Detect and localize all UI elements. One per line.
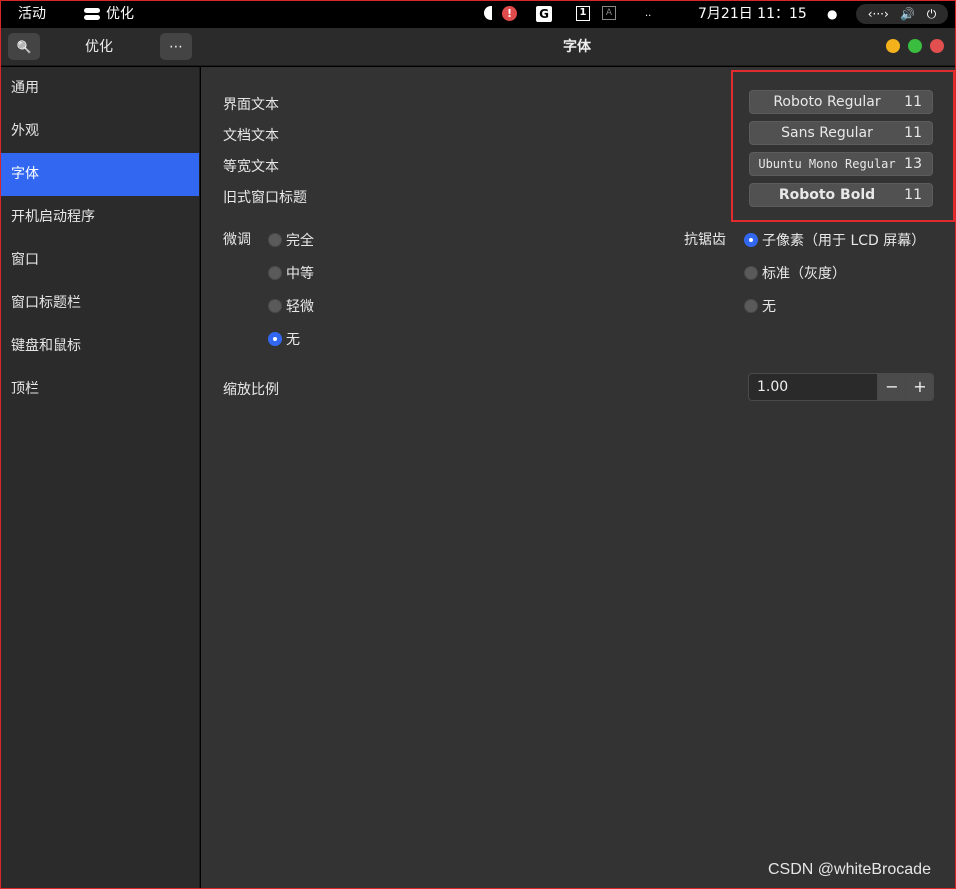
scaling-factor-input[interactable]: 1.00 xyxy=(748,373,878,401)
antialiasing-option-none[interactable]: 无 xyxy=(744,296,776,316)
workspace-indicator-icon[interactable]: 1 xyxy=(576,6,590,21)
search-icon: 🔍 xyxy=(16,39,32,54)
antialiasing-label: 抗锯齿 xyxy=(684,232,726,248)
radio-icon xyxy=(268,299,282,313)
main-menu-button[interactable]: ⋯ xyxy=(160,33,192,60)
g-app-icon[interactable]: G xyxy=(536,6,552,22)
top-bar: 活动 优化 ! G 1 A .. 7月21日 11：15 ● ‹···› 🔊 ⏻ xyxy=(0,0,956,28)
fonts-panel: 界面文本 文档文本 等宽文本 旧式窗口标题 Roboto Regular 11 … xyxy=(201,67,955,888)
antialiasing-option-label: 标准（灰度） xyxy=(762,266,846,282)
sidebar-item-startup-apps[interactable]: 开机启动程序 xyxy=(1,196,199,239)
radio-icon xyxy=(744,299,758,313)
antialiasing-option-label: 子像素（用于 LCD 屏幕） xyxy=(762,233,926,249)
hinting-option-slight[interactable]: 轻微 xyxy=(268,296,314,316)
legacy-window-title-label: 旧式窗口标题 xyxy=(223,190,307,206)
radio-selected-icon xyxy=(744,233,758,247)
increase-button[interactable]: + xyxy=(906,373,934,401)
input-method-icon[interactable]: A xyxy=(602,6,616,20)
app-menu[interactable]: 优化 xyxy=(84,0,134,28)
monospace-text-label: 等宽文本 xyxy=(223,159,279,175)
network-icon: ‹···› xyxy=(867,7,889,21)
scaling-factor-label: 缩放比例 xyxy=(223,382,279,398)
tray-overflow-icon[interactable]: .. xyxy=(645,0,651,28)
radio-icon xyxy=(744,266,758,280)
hinting-label: 微调 xyxy=(223,232,251,248)
volume-icon: 🔊 xyxy=(900,7,916,21)
search-button[interactable]: 🔍 xyxy=(8,33,40,60)
alert-icon[interactable]: ! xyxy=(502,6,517,21)
scaling-factor-spinner: 1.00 − + xyxy=(748,373,934,401)
annotation-highlight-box xyxy=(731,70,955,222)
sidebar-item-fonts[interactable]: 字体 xyxy=(1,153,199,196)
night-light-icon[interactable] xyxy=(484,6,492,20)
sidebar-item-windows[interactable]: 窗口 xyxy=(1,239,199,282)
tweaks-icon xyxy=(84,7,100,21)
clock[interactable]: 7月21日 11：15 xyxy=(698,0,807,28)
window-header: 🔍 优化 ⋯ 字体 xyxy=(1,28,955,66)
sidebar-item-window-titlebars[interactable]: 窗口标题栏 xyxy=(1,282,199,325)
antialiasing-option-standard[interactable]: 标准（灰度） xyxy=(744,263,846,283)
page-title: 字体 xyxy=(563,39,591,55)
document-text-label: 文档文本 xyxy=(223,128,279,144)
hinting-option-label: 完全 xyxy=(286,233,314,249)
hinting-option-medium[interactable]: 中等 xyxy=(268,263,314,283)
antialiasing-option-label: 无 xyxy=(762,299,776,315)
notification-dot-icon: ● xyxy=(827,7,838,21)
sidebar-title: 优化 xyxy=(85,39,113,55)
sidebar-item-top-bar[interactable]: 顶栏 xyxy=(1,368,199,411)
decrease-button[interactable]: − xyxy=(878,373,906,401)
hinting-option-label: 中等 xyxy=(286,266,314,282)
interface-text-label: 界面文本 xyxy=(223,97,279,113)
minimize-button[interactable] xyxy=(886,39,900,53)
sidebar-item-general[interactable]: 通用 xyxy=(1,67,199,110)
radio-icon xyxy=(268,266,282,280)
maximize-button[interactable] xyxy=(908,39,922,53)
radio-icon xyxy=(268,233,282,247)
power-icon: ⏻ xyxy=(926,7,937,21)
antialiasing-option-subpixel[interactable]: 子像素（用于 LCD 屏幕） xyxy=(744,230,925,250)
hinting-option-label: 轻微 xyxy=(286,299,314,315)
watermark: CSDN @whiteBrocade xyxy=(768,861,931,878)
close-button[interactable] xyxy=(930,39,944,53)
radio-selected-icon xyxy=(268,332,282,346)
hinting-option-label: 无 xyxy=(286,332,300,348)
hinting-option-full[interactable]: 完全 xyxy=(268,230,314,250)
system-status-menu[interactable]: ‹···› 🔊 ⏻ xyxy=(856,4,948,24)
app-menu-label: 优化 xyxy=(106,6,134,22)
more-icon: ⋯ xyxy=(169,38,183,55)
hinting-option-none[interactable]: 无 xyxy=(268,329,300,349)
sidebar-item-appearance[interactable]: 外观 xyxy=(1,110,199,153)
sidebar-item-keyboard-mouse[interactable]: 键盘和鼠标 xyxy=(1,325,199,368)
activities-button[interactable]: 活动 xyxy=(18,0,46,28)
sidebar: 通用 外观 字体 开机启动程序 窗口 窗口标题栏 键盘和鼠标 顶栏 xyxy=(1,67,200,888)
